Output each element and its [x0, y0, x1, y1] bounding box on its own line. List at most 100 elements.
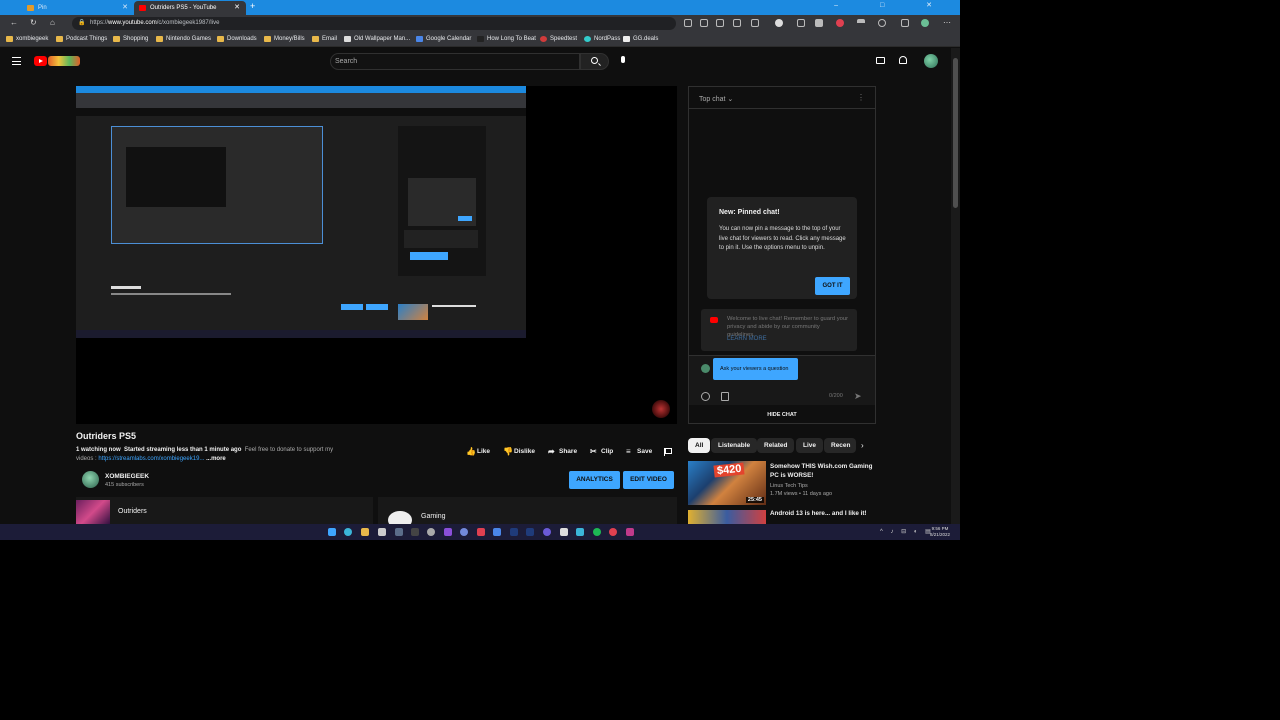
search-input[interactable]: Search: [330, 53, 580, 70]
hide-chat-button[interactable]: HIDE CHAT: [689, 407, 875, 423]
photoshop-icon[interactable]: [510, 528, 518, 536]
scrollbar-thumb[interactable]: [953, 58, 958, 208]
bookmark-item[interactable]: Money/Bills: [264, 35, 305, 44]
premiere-icon[interactable]: [526, 528, 534, 536]
save-button[interactable]: ≡ Save: [626, 447, 652, 457]
chip-related[interactable]: Related: [757, 438, 795, 453]
microphone-icon[interactable]: [621, 56, 625, 63]
app-icon[interactable]: [543, 528, 551, 536]
bookmark-item[interactable]: Downloads: [217, 35, 257, 44]
send-icon[interactable]: ➤: [854, 391, 862, 402]
bookmark-item[interactable]: Nintendo Games: [156, 35, 211, 44]
collections-icon[interactable]: [901, 19, 909, 27]
favorite-star-icon[interactable]: [733, 19, 741, 27]
clip-button[interactable]: ✂ Clip: [590, 447, 613, 457]
youtube-doodle-logo[interactable]: [48, 56, 80, 66]
description-line-1[interactable]: 1 watching now Started streaming less th…: [76, 447, 333, 453]
user-avatar[interactable]: [924, 54, 938, 68]
donate-link[interactable]: https://streamlabs.com/xombiegeek19...: [98, 456, 204, 462]
read-aloud-icon[interactable]: [716, 19, 724, 27]
hamburger-menu-icon[interactable]: [12, 57, 21, 65]
channel-name[interactable]: XOMBIEGEEK: [105, 473, 149, 480]
app-icon[interactable]: [576, 528, 584, 536]
bookmark-item[interactable]: xombiegeek: [6, 35, 48, 44]
bookmark-item[interactable]: Shopping: [113, 35, 148, 44]
sync-icon[interactable]: [878, 19, 886, 27]
chip-listenable[interactable]: Listenable: [711, 438, 758, 453]
emoji-icon[interactable]: [701, 392, 710, 401]
extension-circle-icon[interactable]: [775, 19, 783, 27]
profile-icon[interactable]: [921, 19, 929, 27]
related-video-title[interactable]: Somehow THIS Wish.com Gaming PC is WORSE…: [770, 462, 880, 480]
like-button[interactable]: 👍 Like: [466, 447, 490, 457]
chevron-right-icon[interactable]: ›: [861, 441, 864, 450]
browser-tab-pin[interactable]: Pin ✕: [22, 1, 134, 15]
video-player[interactable]: [76, 86, 677, 424]
notifications-bell-icon[interactable]: [899, 56, 907, 64]
system-tray-icons[interactable]: ^ ♪ ⊟ ◐ ▤: [880, 528, 934, 535]
analytics-button[interactable]: ANALYTICS: [569, 471, 620, 489]
address-bar[interactable]: 🔒 https://www.youtube.com/c/xombiegeek19…: [72, 17, 676, 30]
app-icon[interactable]: [444, 528, 452, 536]
app-icon[interactable]: [493, 528, 501, 536]
channel-avatar[interactable]: [82, 471, 99, 488]
app-icon[interactable]: [626, 528, 634, 536]
extension-notes-icon[interactable]: [815, 19, 823, 27]
xsplit-icon[interactable]: [477, 528, 485, 536]
window-controls[interactable]: – □ ✕: [834, 1, 952, 9]
report-flag-icon[interactable]: [664, 448, 672, 456]
reload-icon[interactable]: ↻: [30, 18, 37, 27]
related-video-thumbnail[interactable]: [688, 510, 766, 524]
store-icon[interactable]: [378, 528, 386, 536]
spotify-icon[interactable]: [593, 528, 601, 536]
bookmark-item[interactable]: GG.deals: [623, 35, 658, 44]
learn-more-link[interactable]: LEARN MORE: [727, 336, 767, 342]
new-tab-icon[interactable]: +: [250, 1, 255, 11]
description-line-2[interactable]: videos : https://streamlabs.com/xombiege…: [76, 456, 226, 462]
extension-red-icon[interactable]: [836, 19, 844, 27]
create-video-icon[interactable]: [876, 57, 885, 64]
extension-puzzle-icon[interactable]: [797, 19, 805, 27]
obs-icon[interactable]: [427, 528, 435, 536]
ask-question-tooltip[interactable]: Ask your viewers a question: [713, 358, 798, 380]
more-menu-icon[interactable]: ⋯: [943, 18, 951, 27]
browser-tab-youtube[interactable]: Outriders PS5 - YouTube ✕: [134, 1, 246, 15]
search-button[interactable]: [580, 53, 609, 70]
chip-all[interactable]: All: [688, 438, 711, 453]
file-explorer-icon[interactable]: [361, 528, 369, 536]
system-clock[interactable]: 9:56 PM 8/21/2022: [930, 526, 950, 538]
windows-start-icon[interactable]: [328, 528, 336, 536]
app-icon[interactable]: [411, 528, 419, 536]
close-tab-icon[interactable]: ✕: [122, 1, 128, 15]
youtube-logo-icon[interactable]: [34, 56, 47, 66]
bookmark-item[interactable]: Google Calendar: [416, 35, 471, 44]
dislike-button[interactable]: 👎 Dislike: [503, 447, 535, 457]
home-icon[interactable]: ⌂: [50, 18, 55, 27]
bookmark-item[interactable]: NordPass: [584, 35, 620, 44]
apps-icon[interactable]: [700, 19, 708, 27]
page-scrollbar[interactable]: [951, 48, 960, 524]
download-icon[interactable]: [857, 19, 865, 27]
back-icon[interactable]: ←: [10, 18, 18, 27]
edge-browser-icon[interactable]: [344, 528, 352, 536]
more-link[interactable]: ...more: [206, 456, 226, 462]
related-video-title[interactable]: Android 13 is here... and I like it!: [770, 510, 880, 517]
got-it-button[interactable]: GOT IT: [815, 277, 850, 295]
related-video-thumbnail[interactable]: $420 25:45: [688, 461, 766, 505]
edit-video-button[interactable]: EDIT VIDEO: [623, 471, 674, 489]
bookmark-item[interactable]: How Long To Beat: [477, 35, 536, 44]
bookmark-item[interactable]: Old Wallpaper Man...: [344, 35, 410, 44]
poll-icon[interactable]: [721, 392, 729, 401]
channel-watermark-icon[interactable]: [652, 400, 670, 418]
chat-options-icon[interactable]: ⋮: [857, 93, 865, 102]
extension-icon[interactable]: [751, 19, 759, 27]
notes-icon[interactable]: [560, 528, 568, 536]
chat-mode-dropdown[interactable]: Top chat ⌄: [699, 95, 733, 103]
screen-cast-icon[interactable]: [684, 19, 692, 27]
chip-recent[interactable]: Recen: [824, 438, 856, 453]
app-icon[interactable]: [609, 528, 617, 536]
game-card[interactable]: Outriders: [76, 497, 373, 527]
close-tab-icon[interactable]: ✕: [234, 1, 240, 15]
steam-icon[interactable]: [395, 528, 403, 536]
share-button[interactable]: ➦ Share: [548, 447, 577, 457]
